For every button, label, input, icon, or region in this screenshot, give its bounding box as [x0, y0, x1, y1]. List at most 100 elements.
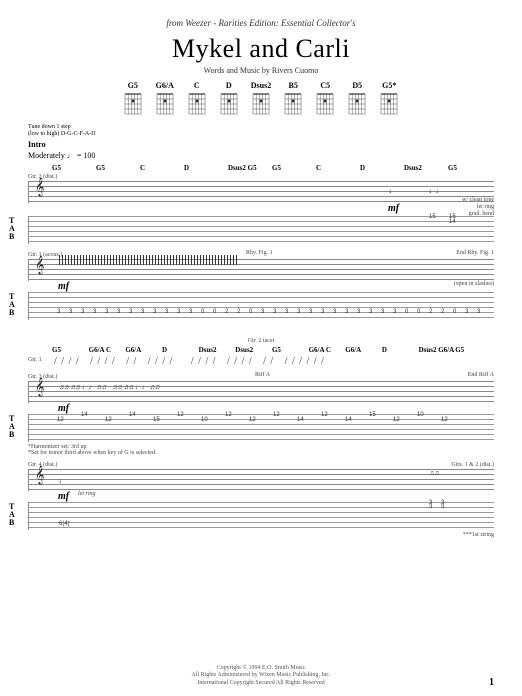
tab-num: 3	[189, 310, 192, 315]
chord-grid-icon	[187, 92, 207, 116]
tab-num: 3	[177, 310, 180, 315]
tab-staff-gtr4: TAB 6(4) 3 3 3 3	[28, 502, 494, 530]
tab-num: 2	[429, 310, 432, 315]
notation-staff-gtr3: 𝄞 ♫♫ ♫♫ ♩♩ ♫♫ ♫♫ ♫♫ ♩♩ ♫♫	[28, 381, 494, 403]
tab-num: 3	[345, 310, 348, 315]
page-number: 1	[489, 677, 494, 688]
chord-name: Dsus2	[251, 81, 271, 90]
tab-num: 2	[441, 310, 444, 315]
chord-symbol: Dsus2 G6/A	[419, 346, 456, 354]
gtr3-label: Gtr. 3 (dist.)	[28, 374, 57, 380]
chord-symbol: Dsus2	[235, 346, 272, 354]
tab-num: 3	[141, 310, 144, 315]
chord-symbol: C	[316, 164, 360, 172]
tab-staff-gtr1: TAB 333333333333002203333333333330022033	[28, 292, 494, 320]
chord-diagram: D	[219, 81, 239, 116]
chord-grid-icon	[123, 92, 143, 116]
chord-name: G5	[128, 81, 138, 90]
harmonizer-footnote: *Set for minor third above when key of G…	[28, 450, 494, 456]
tab-num: 3	[105, 310, 108, 315]
tab-num: 14	[449, 220, 456, 225]
tab-num: 0	[453, 310, 456, 315]
tuning-line2: (low to high) D-G-C-F-A-D	[28, 131, 494, 138]
tab-num: 12	[273, 413, 280, 418]
song-title: Mykel and Carli	[28, 34, 494, 64]
chord-name: C5	[320, 81, 330, 90]
tab-num: 3	[357, 310, 360, 315]
notation-staff-gtr4: 𝄞 ♩ ♫♫	[28, 469, 494, 491]
copyright-line: All Rights Administered by Wixen Music P…	[0, 672, 522, 680]
tab-num: 0	[405, 310, 408, 315]
tab-num: 2	[225, 310, 228, 315]
tab-num: 3	[69, 310, 72, 315]
tuning-line1: Tune down 1 step	[28, 124, 494, 131]
tab-num: 14	[81, 413, 88, 418]
chord-symbol: Dsus2	[199, 346, 236, 354]
chord-name: G5*	[382, 81, 396, 90]
tab-num: 14	[297, 418, 304, 423]
chord-grid-icon	[155, 92, 175, 116]
tab-clef-icon: TAB	[9, 293, 15, 317]
chord-symbol: G5	[448, 164, 492, 172]
tab-num: 3	[477, 310, 480, 315]
gtr2-label: Gtr. 2 (dist.)	[28, 174, 494, 180]
tab-num: 3	[429, 505, 432, 509]
chord-diagram: C	[187, 81, 207, 116]
tab-num: 3	[81, 310, 84, 315]
open-slashes-note: (open in slashes)	[454, 281, 494, 287]
chord-grid-icon	[315, 92, 335, 116]
source-album: Rarities Edition: Essential Collector's	[218, 18, 355, 28]
tab-num: 12	[225, 413, 232, 418]
dynamic-mf-gtr2: mf	[388, 203, 399, 214]
chord-diagram: G5*	[379, 81, 399, 116]
let-ring-note: let ring	[78, 491, 96, 497]
chord-symbol: Dsus2	[404, 164, 448, 172]
tab-num: 12	[441, 418, 448, 423]
tab-num: 15	[369, 413, 376, 418]
chord-diagram: G5	[123, 81, 143, 116]
system-2: Gtr. 2 tacet G5G6/A CG6/ADDsus2Dsus2G5G6…	[28, 338, 494, 538]
chord-diagram: B5	[283, 81, 303, 116]
chord-grid-icon	[347, 92, 367, 116]
byline: Words and Music by Rivers Cuomo	[28, 66, 494, 75]
gtr4-label: Gtr. 4 (dist.)	[28, 462, 57, 468]
chord-diagram-row: G5 G6/A	[28, 81, 494, 116]
tab-num: 3	[57, 310, 60, 315]
tab-num: 0	[213, 310, 216, 315]
notation-staff-gtr2: 𝄞 ♩ ♩♩	[28, 181, 494, 203]
intro-label: Intro	[28, 140, 494, 149]
chord-symbol: G5	[272, 164, 316, 172]
chord-name: B5	[289, 81, 298, 90]
tab-num: 0	[249, 310, 252, 315]
gtr2-tacet: Gtr. 2 tacet	[28, 338, 494, 344]
chord-symbol: D	[184, 164, 228, 172]
tab-num: 3	[309, 310, 312, 315]
gtr1-label-s2: Gtr. 1	[28, 357, 42, 363]
riff-a-start: Riff A	[255, 372, 270, 381]
tab-staff-gtr3: TAB 1214121415121012121214121415121012	[28, 414, 494, 442]
chord-symbol: G5	[52, 164, 96, 172]
tab-num: 3	[273, 310, 276, 315]
dynamic-mf-gtr3: mf	[58, 403, 69, 414]
chord-grid-icon	[283, 92, 303, 116]
chord-grid-icon	[379, 92, 399, 116]
tab-num: 3	[153, 310, 156, 315]
tab-clef-icon: TAB	[9, 217, 15, 241]
tab-num: 10	[417, 413, 424, 418]
chord-name: D	[226, 81, 232, 90]
chord-diagram: D5	[347, 81, 367, 116]
rhy-fig-end: End Rhy. Fig. 1	[456, 250, 494, 259]
chord-symbol: Dsus2 G5	[228, 164, 272, 172]
chord-symbol: D	[382, 346, 419, 354]
tab-num: 14	[129, 413, 136, 418]
tab-num: 3	[285, 310, 288, 315]
chord-symbol: D	[162, 346, 199, 354]
tab-num: 0	[417, 310, 420, 315]
chord-symbol: G5	[272, 346, 309, 354]
tab-num: 14	[345, 418, 352, 423]
copyright-line: Copyright © 1994 E.O. Smith Music	[0, 665, 522, 673]
tab-num: 3	[165, 310, 168, 315]
tab-num: 3	[129, 310, 132, 315]
tempo-marking: Moderately ♩ = 100	[28, 151, 494, 160]
chord-row-2: G5G6/A CG6/ADDsus2Dsus2G5G6/A CG6/ADDsus…	[28, 346, 494, 354]
